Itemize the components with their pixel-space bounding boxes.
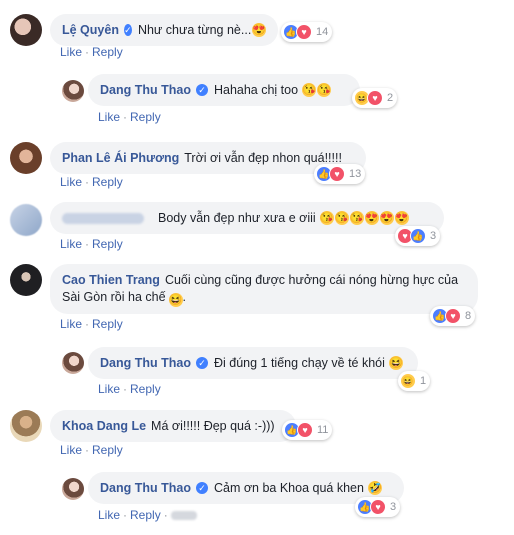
avatar[interactable] <box>62 478 84 500</box>
avatar[interactable] <box>10 14 42 46</box>
reply-link[interactable]: Reply <box>130 110 161 124</box>
reaction-summary[interactable]: 😆 1 <box>398 371 431 391</box>
reply-bubble: Dang Thu Thao ✓ Cảm ơn ba Khoa quá khen … <box>88 472 404 504</box>
reaction-count: 8 <box>465 310 472 322</box>
comment-text: Má ơi!!!!! Đẹp quá :-))) <box>151 419 275 433</box>
love-reaction-icon: ♥ <box>297 422 313 438</box>
comment-text: Đi đúng 1 tiếng chạy về té khói <box>213 356 385 370</box>
like-link[interactable]: Like <box>98 382 120 396</box>
avatar[interactable] <box>10 410 42 442</box>
reply-link[interactable]: Reply <box>92 237 123 251</box>
heart-eyes-emoji-icon: 😍 <box>364 211 379 225</box>
reply-actions: Like · Reply <box>98 110 161 124</box>
heart-eyes-emoji-icon: 😍 <box>394 211 409 225</box>
comment-text-end: . <box>182 290 187 304</box>
kiss-emoji-icon: 😘 <box>317 83 332 97</box>
comment-actions: Like · Reply <box>60 317 123 331</box>
reaction-summary[interactable]: 😆 ♥ 2 <box>352 88 398 108</box>
avatar[interactable] <box>62 80 84 102</box>
verified-badge-icon: ✓ <box>195 84 208 96</box>
commenter-name[interactable]: Khoa Dang Le <box>62 417 146 435</box>
reaction-count: 14 <box>316 26 329 38</box>
kiss-emoji-icon: 😘 <box>349 211 364 225</box>
haha-reaction-icon: 😆 <box>400 373 416 389</box>
reaction-summary[interactable]: ♥ 👍 3 <box>395 226 441 246</box>
like-link[interactable]: Like <box>60 443 82 457</box>
reaction-count: 11 <box>317 424 329 436</box>
comment-text: Cảm ơn ba Khoa quá khen <box>213 481 364 495</box>
commenter-name[interactable]: Lệ Quyên <box>62 21 119 39</box>
laughing-emoji-icon: 😆 <box>168 293 183 307</box>
reply-actions: Like · Reply · <box>98 508 197 522</box>
heart-eyes-emoji-icon: 😍 <box>379 211 394 225</box>
verified-badge-icon: ✓ <box>195 482 208 494</box>
love-reaction-icon: ♥ <box>367 90 383 106</box>
reaction-count: 2 <box>387 92 394 104</box>
reply-link[interactable]: Reply <box>92 45 123 59</box>
comment-text: Hahaha chị too <box>213 83 299 97</box>
comment-bubble: Cao Thien Trang Cuối cùng cũng được hưởng… <box>50 264 478 314</box>
commenter-name[interactable]: Phan Lê Ái Phương <box>62 149 179 167</box>
love-reaction-icon: ♥ <box>329 166 345 182</box>
love-reaction-icon: ♥ <box>296 24 312 40</box>
like-link[interactable]: Like <box>60 175 82 189</box>
comment-actions: Like · Reply <box>60 443 123 457</box>
like-link[interactable]: Like <box>60 317 82 331</box>
reply-link[interactable]: Reply <box>92 317 123 331</box>
kiss-emoji-icon: 😘 <box>302 83 317 97</box>
comment-bubble: Lệ Quyên ✓ Như chưa từng nè... 😍 <box>50 14 278 46</box>
commenter-name[interactable]: Dang Thu Thao <box>100 81 191 99</box>
blurred-name[interactable] <box>62 212 144 224</box>
reply-bubble: Dang Thu Thao ✓ Đi đúng 1 tiếng chạy về … <box>88 347 418 379</box>
kiss-emoji-icon: 😘 <box>319 211 334 225</box>
reaction-count: 13 <box>349 168 362 180</box>
kiss-emoji-icon: 😘 <box>334 211 349 225</box>
avatar[interactable] <box>10 264 42 296</box>
like-reaction-icon: 👍 <box>410 228 426 244</box>
reaction-summary[interactable]: 👍 ♥ 11 <box>282 420 333 440</box>
comment-actions: Like · Reply <box>60 175 123 189</box>
like-link[interactable]: Like <box>60 237 82 251</box>
reaction-summary[interactable]: 👍 ♥ 8 <box>430 306 476 326</box>
verified-badge-icon: ✓ <box>195 357 208 369</box>
comment-actions: Like · Reply <box>60 237 123 251</box>
commenter-name[interactable]: Cao Thien Trang <box>62 273 160 287</box>
reaction-summary[interactable]: 👍 ♥ 14 <box>281 22 333 42</box>
reaction-summary[interactable]: 👍 ♥ 13 <box>314 164 366 184</box>
like-link[interactable]: Like <box>98 508 120 522</box>
commenter-name[interactable]: Dang Thu Thao <box>100 479 191 497</box>
avatar[interactable] <box>10 204 42 236</box>
comment-actions: Like · Reply <box>60 45 123 59</box>
laughing-emoji-icon: 😆 <box>388 356 403 370</box>
avatar[interactable] <box>10 142 42 174</box>
heart-eyes-emoji-icon: 😍 <box>252 23 266 37</box>
like-link[interactable]: Like <box>60 45 82 59</box>
love-reaction-icon: ♥ <box>445 308 461 324</box>
verified-badge-icon: ✓ <box>123 24 132 36</box>
reply-link[interactable]: Reply <box>130 508 161 522</box>
rofl-emoji-icon: 🤣 <box>367 481 382 495</box>
love-reaction-icon: ♥ <box>370 499 386 515</box>
reaction-count: 3 <box>390 501 397 513</box>
commenter-name[interactable]: Dang Thu Thao <box>100 354 191 372</box>
reaction-count: 3 <box>430 230 437 242</box>
comment-bubble: Body vẫn đẹp như xưa e ơiii 😘 😘 😘 😍 😍 😍 <box>50 202 444 234</box>
comment-text: Body vẫn đẹp như xưa e ơiii <box>158 211 316 225</box>
reply-link[interactable]: Reply <box>92 443 123 457</box>
reply-link[interactable]: Reply <box>92 175 123 189</box>
avatar[interactable] <box>62 352 84 374</box>
reply-actions: Like · Reply <box>98 382 161 396</box>
comment-bubble: Khoa Dang Le Má ơi!!!!! Đẹp quá :-))) <box>50 410 296 442</box>
blurred-timestamp <box>170 511 197 521</box>
reaction-count: 1 <box>420 375 427 387</box>
like-link[interactable]: Like <box>98 110 120 124</box>
comment-text: Như chưa từng nè... <box>137 23 252 37</box>
reply-bubble: Dang Thu Thao ✓ Hahaha chị too 😘 😘 <box>88 74 360 106</box>
reaction-summary[interactable]: 👍 ♥ 3 <box>355 497 401 517</box>
reply-link[interactable]: Reply <box>130 382 161 396</box>
